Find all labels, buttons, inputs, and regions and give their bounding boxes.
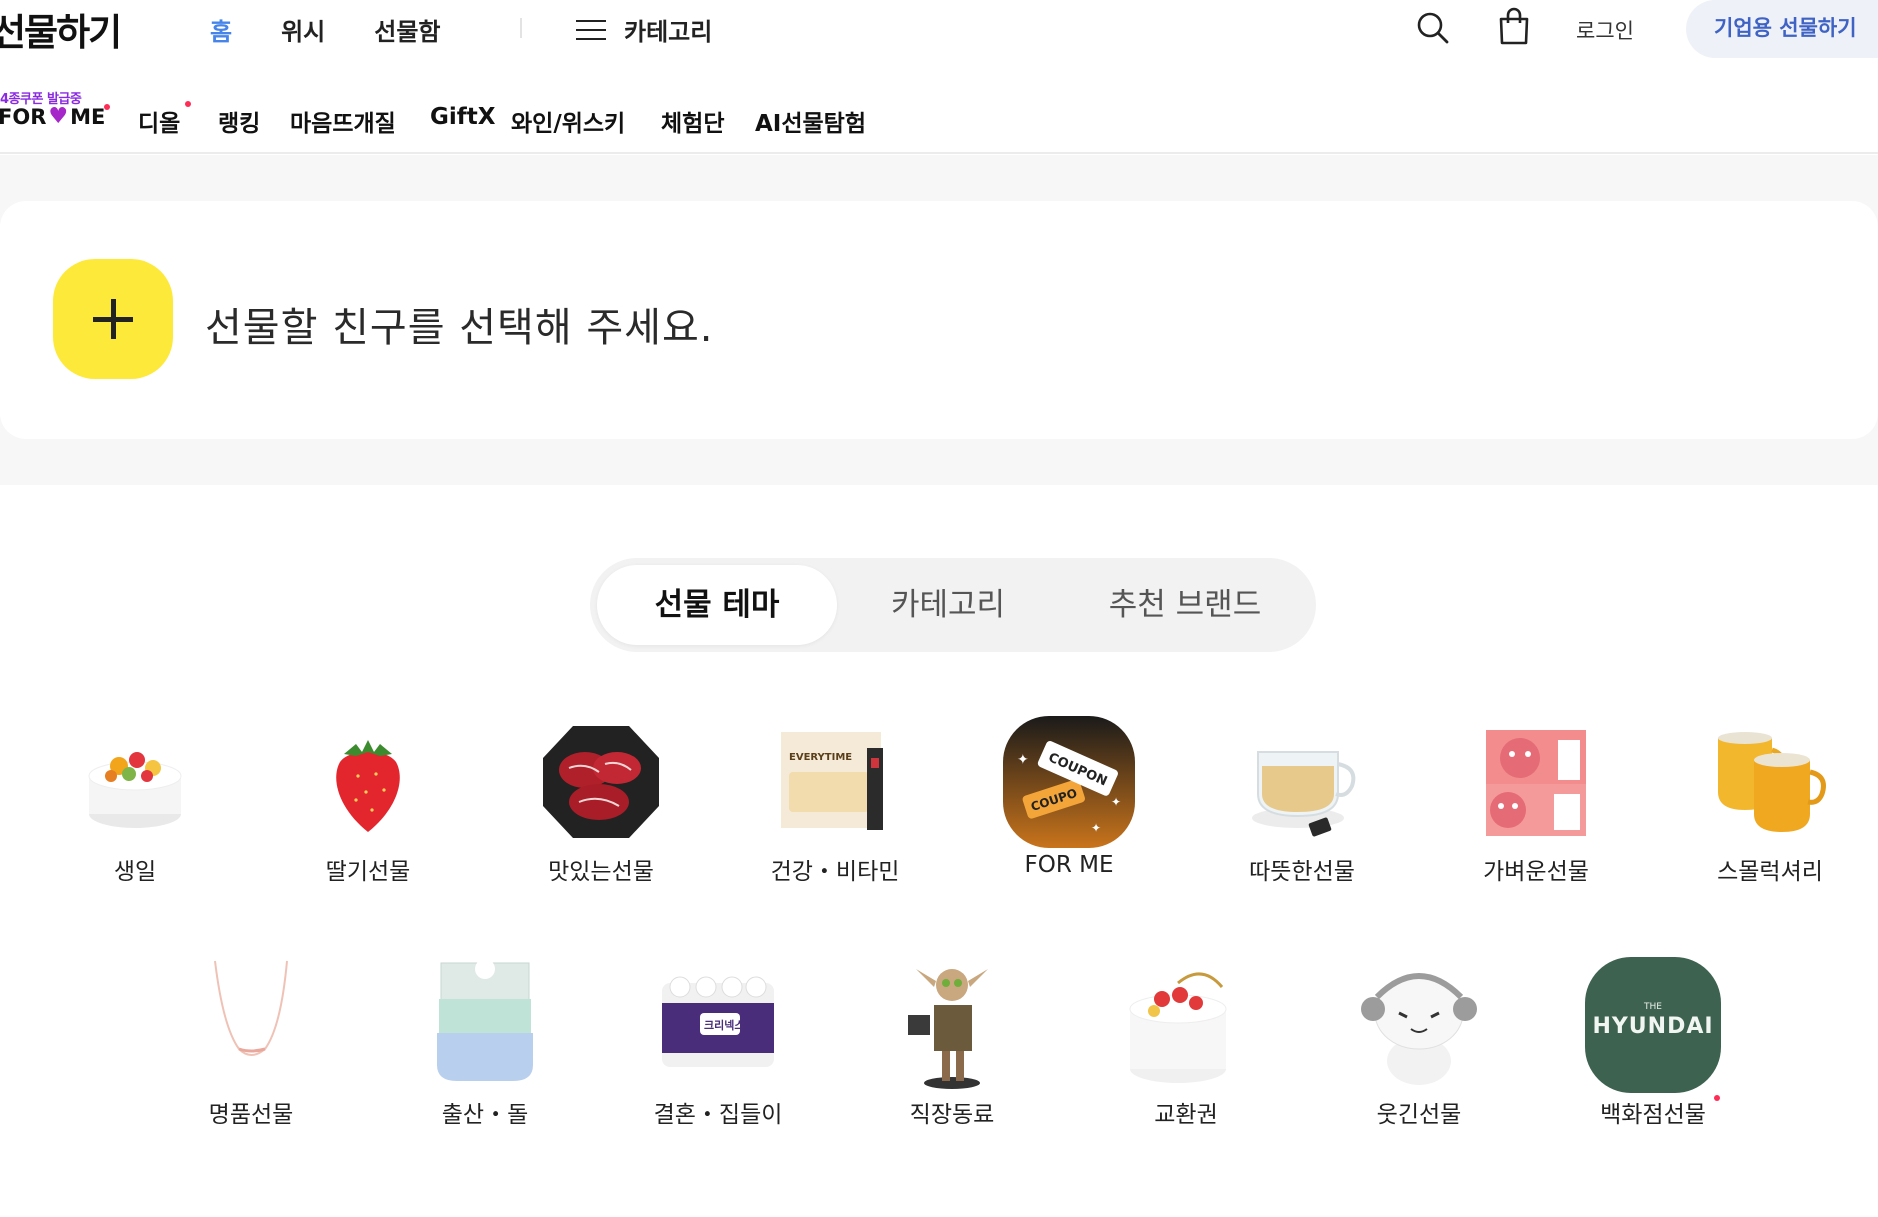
theme-label: 맛있는선물 [548,859,654,885]
plus-icon[interactable] [53,259,173,379]
friend-select-prompt: 선물할 친구를 선택해 주세요. [205,305,714,351]
tab-gift-theme[interactable]: 선물 테마 [597,565,837,645]
top-header: 선물하기 홈 위시 선물함 카테고리 로그인 기업용 선물하기 [0,0,1878,58]
theme-label: 결혼・집들이 [653,1102,783,1128]
new-dot [185,101,191,107]
coupon-icon: COUPO COUPON ✦ ✦ ✦ [1001,714,1137,850]
forme-brand: FOR ♥ ME [0,105,105,129]
hyundai-logo-icon: THE HYUNDAI [1585,957,1721,1093]
tissue-pack-icon: 크리넥스 [650,957,786,1093]
nav-divider [520,18,522,38]
subnav-knitting[interactable]: 마음뜨개질 [290,104,396,138]
hyundai-small-text: THE [1643,1002,1662,1012]
theme-label: 생일 [113,859,157,885]
theme-item-funny[interactable]: 웃긴선물 [1319,957,1519,1137]
theme-label: 건강・비타민 [770,859,900,885]
tissue-text: 크리넥스 [704,1018,744,1032]
gift-box-icon [1468,714,1604,850]
nav-giftbox[interactable]: 선물함 [374,12,440,47]
theme-item-coworker[interactable]: 직장동료 [852,957,1052,1137]
nav-wish[interactable]: 위시 [281,12,325,47]
subnav-ai-explore[interactable]: AI선물탐험 [755,104,866,138]
gift-tabs: 선물 테마 카테고리 추천 브랜드 [590,558,1316,652]
hamburger-icon [576,18,606,42]
nav-home[interactable]: 홈 [210,12,232,47]
svg-text:✦: ✦ [1091,821,1101,835]
necklace-icon [183,957,319,1093]
business-gift-button[interactable]: 기업용 선물하기 [1686,0,1878,58]
cake-voucher-icon [1118,957,1254,1093]
theme-label: 스몰럭셔리 [1717,859,1823,885]
theme-item-warm[interactable]: 따뜻한선물 [1202,714,1402,894]
theme-label: 직장동료 [909,1102,995,1128]
heart-icon: ♥ [48,104,69,129]
subnav-dior[interactable]: 디올 [138,104,180,138]
theme-item-light[interactable]: 가벼운선물 [1436,714,1636,894]
beef-icon [533,714,669,850]
theme-label: 따뜻한선물 [1249,859,1355,885]
theme-item-department-store[interactable]: THE HYUNDAI 백화점선물 [1553,957,1753,1137]
sub-nav: 4종쿠폰 발급중 FOR ♥ ME 디올 랭킹 마음뜨개질 GiftX 와인/위… [0,86,1878,154]
shopping-bag-icon[interactable] [1494,6,1534,48]
theme-label: 출산・돌 [441,1102,529,1128]
theme-item-baby[interactable]: 출산・돌 [385,957,585,1137]
category-menu-button[interactable]: 카테고리 [576,12,712,47]
theme-label: 웃긴선물 [1376,1102,1462,1128]
search-icon[interactable] [1414,9,1452,47]
theme-item-small-luxury[interactable]: 스몰럭셔리 [1670,714,1870,894]
health-supplement-icon: EVERYTIME [767,714,903,850]
theme-label: 교환권 [1154,1102,1218,1128]
theme-label: 백화점선물 [1600,1102,1706,1128]
tab-category[interactable]: 카테고리 [838,565,1058,645]
subnav-giftx[interactable]: GiftX [430,104,496,130]
theme-item-strawberry[interactable]: 딸기선물 [268,714,468,894]
category-menu-label: 카테고리 [624,18,713,46]
friend-select-card[interactable]: 선물할 친구를 선택해 주세요. [0,201,1878,439]
supplement-text: EVERYTIME [789,752,852,763]
friend-select-section: 선물할 친구를 선택해 주세요. [0,155,1878,485]
forme-brand-left: FOR [0,105,47,129]
strawberry-icon [300,714,436,850]
hyundai-main-text: HYUNDAI [1592,1014,1713,1039]
new-dot [104,104,110,110]
forme-link[interactable]: 4종쿠폰 발급중 FOR ♥ ME [0,88,110,134]
login-link[interactable]: 로그인 [1576,15,1634,45]
cat-plush-icon [1351,957,1487,1093]
theme-item-forme[interactable]: COUPO COUPON ✦ ✦ ✦ FOR ME [969,714,1169,894]
mugs-icon [1702,714,1838,850]
theme-label: 딸기선물 [325,859,411,885]
figure-icon [884,957,1020,1093]
tea-cup-icon [1234,714,1370,850]
svg-text:✦: ✦ [1017,752,1029,768]
theme-item-tasty[interactable]: 맛있는선물 [501,714,701,894]
theme-item-luxury[interactable]: 명품선물 [151,957,351,1137]
theme-label: FOR ME [1024,852,1114,878]
forme-brand-right: ME [70,105,106,129]
theme-item-wedding[interactable]: 크리넥스 결혼・집들이 [618,957,818,1137]
svg-text:✦: ✦ [1111,795,1121,809]
subnav-experience[interactable]: 체험단 [661,104,724,138]
tab-recommended-brand[interactable]: 추천 브랜드 [1060,565,1310,645]
main-nav: 홈 위시 선물함 [210,12,490,47]
baby-bib-icon [417,957,553,1093]
theme-label: 명품선물 [208,1102,294,1128]
birthday-cake-icon [67,714,203,850]
theme-item-birthday[interactable]: 생일 [35,714,235,894]
logo[interactable]: 선물하기 [0,2,122,56]
subnav-wine[interactable]: 와인/위스키 [511,104,625,138]
theme-item-voucher[interactable]: 교환권 [1086,957,1286,1137]
theme-item-health[interactable]: EVERYTIME 건강・비타민 [735,714,935,894]
theme-label: 가벼운선물 [1483,859,1589,885]
new-dot [1714,1095,1720,1101]
subnav-ranking[interactable]: 랭킹 [218,104,260,138]
